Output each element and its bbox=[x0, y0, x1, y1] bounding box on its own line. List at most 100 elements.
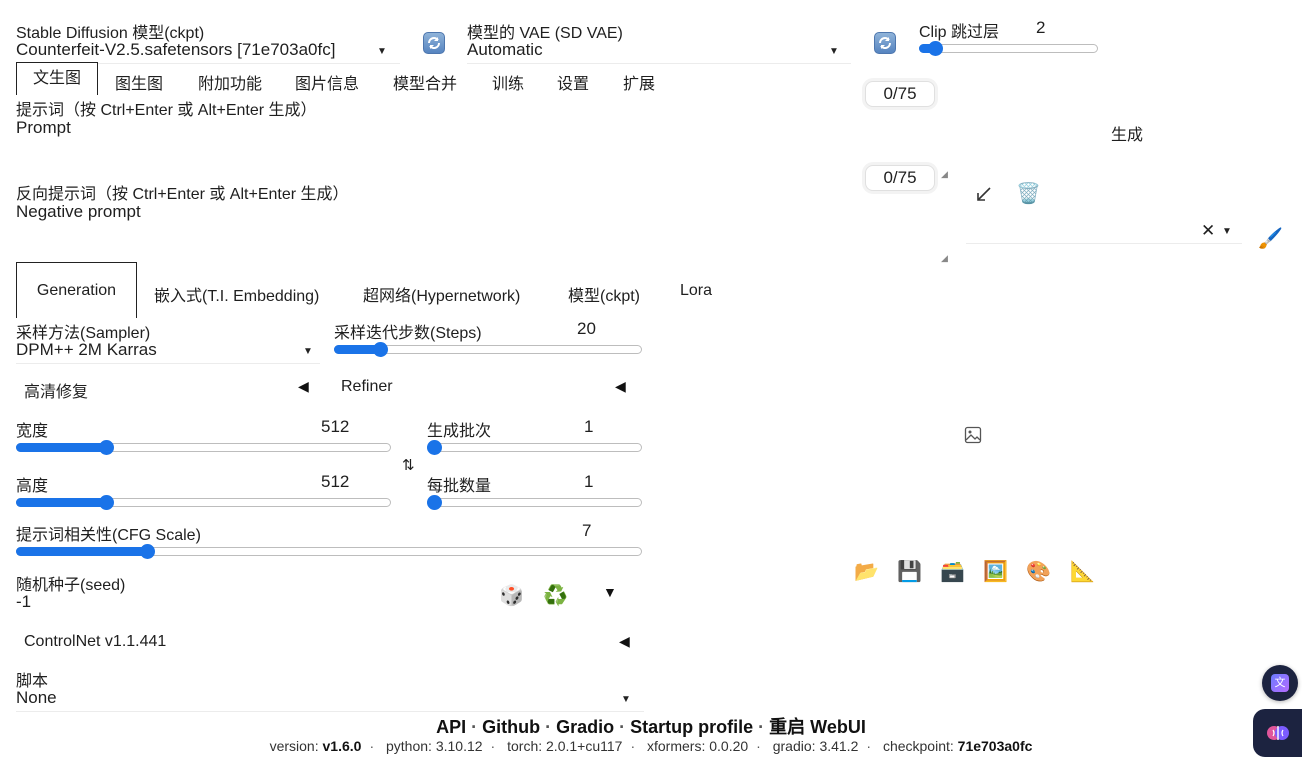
script-select[interactable]: None ▼ bbox=[16, 688, 636, 712]
subtab-lora[interactable]: Lora bbox=[680, 282, 712, 300]
tab-settings[interactable]: 设置 bbox=[557, 70, 589, 94]
refresh-ckpt-button[interactable] bbox=[423, 32, 445, 54]
sampler-select[interactable]: DPM++ 2M Karras ▼ bbox=[16, 340, 316, 364]
vae-select[interactable]: Automatic ▼ bbox=[467, 40, 843, 64]
refresh-icon bbox=[428, 37, 440, 49]
refresh-vae-button[interactable] bbox=[874, 32, 896, 54]
dice-icon[interactable]: 🎲 bbox=[499, 585, 524, 607]
prompt-token-counter: 0/75 bbox=[865, 81, 935, 107]
expand-triangle-icon[interactable]: ▼ bbox=[603, 584, 617, 600]
footer-link-startup-profile[interactable]: Startup profile bbox=[630, 717, 753, 737]
negative-token-counter: 0/75 bbox=[865, 165, 935, 191]
tab-txt2img[interactable]: 文生图 bbox=[16, 62, 98, 95]
footer-link-api[interactable]: API bbox=[436, 717, 466, 737]
recycle-icon[interactable]: ♻️ bbox=[543, 585, 568, 607]
translate-float-button[interactable]: 文 bbox=[1262, 665, 1298, 701]
batch-size-slider[interactable] bbox=[427, 493, 642, 513]
tab-extensions[interactable]: 扩展 bbox=[623, 70, 655, 94]
steps-slider[interactable] bbox=[334, 340, 642, 360]
prompt-textarea[interactable]: Prompt bbox=[16, 118, 946, 176]
torch-key: torch: bbox=[507, 738, 543, 754]
cfg-scale-value[interactable]: 7 bbox=[582, 521, 591, 541]
version-info: version: v1.6.0 · python: 3.10.12 · torch:… bbox=[269, 738, 1033, 754]
width-slider[interactable] bbox=[16, 438, 391, 458]
seed-label: 随机种子(seed) bbox=[16, 577, 126, 594]
hires-fix-toggle[interactable]: 高清修复 bbox=[24, 378, 88, 402]
batch-count-value[interactable]: 1 bbox=[584, 417, 593, 437]
cfg-scale-slider[interactable] bbox=[16, 542, 642, 562]
footer-link-reload-ui[interactable]: 重启 WebUI bbox=[769, 717, 866, 737]
negative-prompt-label: 反向提示词（按 Ctrl+Enter 或 Alt+Enter 生成） bbox=[16, 186, 349, 203]
subtab-embedding[interactable]: 嵌入式(T.I. Embedding) bbox=[154, 282, 319, 306]
save-icon[interactable]: 💾 bbox=[897, 561, 922, 583]
tab-train[interactable]: 训练 bbox=[492, 70, 524, 94]
tab-img2img[interactable]: 图生图 bbox=[115, 70, 163, 94]
height-value[interactable]: 512 bbox=[321, 472, 349, 492]
checkpoint-key: checkpoint: bbox=[882, 738, 954, 754]
vae-value: Automatic bbox=[467, 40, 543, 59]
python-value: 3.10.12 bbox=[435, 738, 483, 754]
arrow-down-left-icon bbox=[977, 187, 991, 201]
gradio-value: 3.41.2 bbox=[819, 738, 859, 754]
chevron-down-icon: ▼ bbox=[1222, 226, 1232, 237]
collapse-triangle-icon[interactable]: ◀ bbox=[298, 378, 309, 395]
subtab-hypernetwork[interactable]: 超网络(Hypernetwork) bbox=[363, 282, 520, 306]
footer-link-gradio[interactable]: Gradio bbox=[556, 717, 614, 737]
batch-count-slider[interactable] bbox=[427, 438, 642, 458]
subtab-checkpoint[interactable]: 模型(ckpt) bbox=[568, 282, 640, 306]
clip-skip-slider[interactable] bbox=[919, 39, 1098, 59]
height-slider[interactable] bbox=[16, 493, 391, 513]
send-to-img2img-icon[interactable]: 🖼️ bbox=[983, 561, 1008, 583]
zip-archive-icon[interactable]: 🗃️ bbox=[940, 561, 965, 583]
ckpt-select[interactable]: Counterfeit-V2.5.safetensors [71e703a0fc… bbox=[16, 40, 396, 64]
clear-icon[interactable]: ✕ bbox=[1201, 221, 1215, 241]
clip-skip-value[interactable]: 2 bbox=[1036, 18, 1045, 38]
negative-prompt-textarea[interactable]: Negative prompt bbox=[16, 202, 946, 260]
resize-handle-icon[interactable]: ◢ bbox=[941, 169, 948, 180]
image-placeholder-icon bbox=[964, 426, 982, 449]
refiner-toggle[interactable]: Refiner bbox=[341, 378, 393, 396]
assistant-float-button[interactable] bbox=[1253, 709, 1302, 757]
tab-extras[interactable]: 附加功能 bbox=[198, 70, 262, 94]
subtab-generation[interactable]: Generation bbox=[16, 262, 137, 318]
version-key: version: bbox=[269, 738, 319, 754]
send-to-extras-icon[interactable]: 📐 bbox=[1070, 561, 1095, 583]
trash-icon[interactable]: 🗑️ bbox=[1016, 183, 1041, 205]
footer-link-github[interactable]: Github bbox=[482, 717, 540, 737]
sampler-value: DPM++ 2M Karras bbox=[16, 340, 157, 359]
resize-handle-icon[interactable]: ◢ bbox=[941, 253, 948, 264]
tab-png-info[interactable]: 图片信息 bbox=[295, 70, 359, 94]
checkpoint-value: 71e703a0fc bbox=[957, 738, 1033, 754]
negative-prompt-placeholder: Negative prompt bbox=[16, 202, 141, 221]
python-key: python: bbox=[386, 738, 432, 754]
prompt-placeholder: Prompt bbox=[16, 118, 71, 137]
xformers-value: 0.0.20 bbox=[709, 738, 749, 754]
collapse-triangle-icon[interactable]: ◀ bbox=[619, 633, 630, 650]
chevron-down-icon: ▼ bbox=[621, 694, 631, 705]
script-value: None bbox=[16, 688, 57, 707]
chevron-down-icon: ▼ bbox=[377, 46, 387, 57]
prompt-label: 提示词（按 Ctrl+Enter 或 Alt+Enter 生成） bbox=[16, 102, 317, 119]
xformers-key: xformers: bbox=[647, 738, 706, 754]
send-to-inpaint-icon[interactable]: 🎨 bbox=[1026, 561, 1051, 583]
paintbrush-icon[interactable]: 🖌️ bbox=[1258, 228, 1283, 250]
seed-input[interactable]: -1 bbox=[16, 592, 31, 612]
torch-value: 2.0.1+cu117 bbox=[546, 738, 623, 754]
controlnet-toggle[interactable]: ControlNet v1.1.441 bbox=[24, 633, 166, 651]
styles-select[interactable]: ✕ ▼ bbox=[966, 220, 1242, 244]
chevron-down-icon: ▼ bbox=[303, 346, 313, 357]
width-value[interactable]: 512 bbox=[321, 417, 349, 437]
refresh-icon bbox=[879, 37, 891, 49]
translate-icon: 文 bbox=[1271, 674, 1289, 692]
folder-icon[interactable]: 📂 bbox=[854, 561, 879, 583]
read-params-button[interactable] bbox=[974, 184, 994, 204]
swap-dimensions-icon[interactable]: ⇅ bbox=[402, 456, 415, 474]
collapse-triangle-icon[interactable]: ◀ bbox=[615, 378, 626, 395]
generate-button[interactable]: 生成 bbox=[1111, 121, 1143, 145]
ckpt-value: Counterfeit-V2.5.safetensors [71e703a0fc… bbox=[16, 40, 336, 59]
tab-checkpoint-merger[interactable]: 模型合并 bbox=[393, 70, 457, 94]
steps-value[interactable]: 20 bbox=[577, 319, 596, 339]
batch-size-value[interactable]: 1 bbox=[584, 472, 593, 492]
footer-links: API · Github · Gradio · Startup profile · 重启 Web… bbox=[436, 717, 866, 737]
brain-icon bbox=[1267, 726, 1289, 740]
